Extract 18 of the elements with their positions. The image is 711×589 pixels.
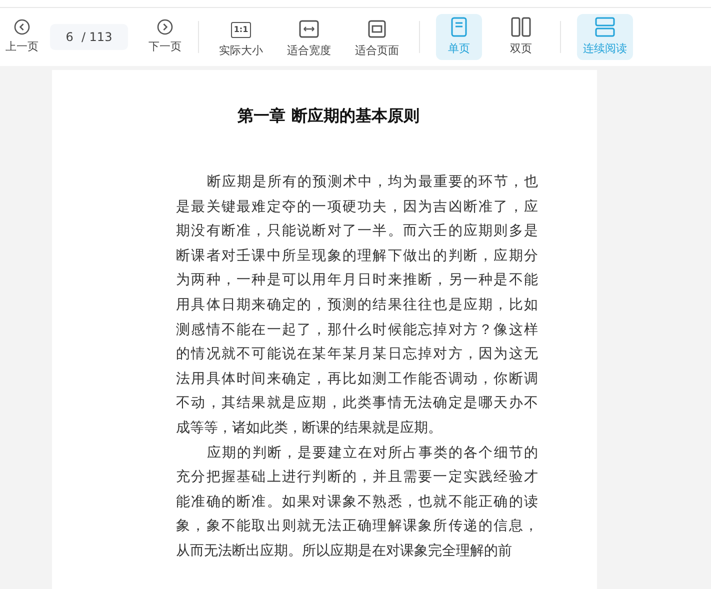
two-columns-icon <box>511 16 531 37</box>
page-number-field[interactable]: 6 / 113 <box>50 24 128 50</box>
chevron-left-circle-icon <box>14 18 30 35</box>
fit-width-icon <box>299 20 319 38</box>
two-rows-icon <box>595 16 615 37</box>
single-page-icon <box>451 16 467 37</box>
chapter-title: 第一章 断应期的基本原则 <box>236 105 420 127</box>
previous-page-button[interactable]: 上一页 <box>2 18 42 56</box>
zoom-mode-button[interactable]: 适合宽度 <box>275 15 343 59</box>
paragraph: 应期的判断，是要建立在对所占事类的各个细节的 充分把握基础上进行判断的，并且需要一定实践经验才 能准确的断准。如果对课象不熟悉，也就不能正确的读 象，象不能取出则就无法正确理解课象所传递的信息， 从而无法断出应期。所以应期是在对课象完全理解的前 <box>176 444 539 561</box>
chevron-right-circle-icon <box>157 18 173 35</box>
zoom-mode-button[interactable]: 适合页面 <box>343 15 411 59</box>
zoom-mode-button[interactable]: 1:1 实际大小 <box>207 15 275 59</box>
actual-size-icon: 1:1 <box>231 22 251 38</box>
next-page-button[interactable]: 下一页 <box>140 18 190 56</box>
view-mode-button[interactable]: 双页 <box>498 14 544 60</box>
fit-page-icon <box>368 20 386 38</box>
paragraph: 断应期是所有的预测术中，均为最重要的环节，也 是最关键最难定夺的一项硬功夫，因为吉凶断准了，应 期没有断准，只能说断对了一半。而六壬的应期则多是 断课者对壬课中所呈现象的理解下做出的判断，应期分 为两种，一种是可以用年月日时来推断，另一种是不能 用具体日期来确定的，预测的结果往往也是应期，比如 测感情不能在一起了，那什么时候能忘掉对方？像这样 的情况就不可能说在某年某月某日忘掉对方，因为这无 法用具体时间来确定，再比如测工作能否调动，你断调 不动，其结果就是应期，此类事情无法确定是哪天办不 成等等，诸如此类，断课的结果就是应期。 <box>176 173 539 438</box>
